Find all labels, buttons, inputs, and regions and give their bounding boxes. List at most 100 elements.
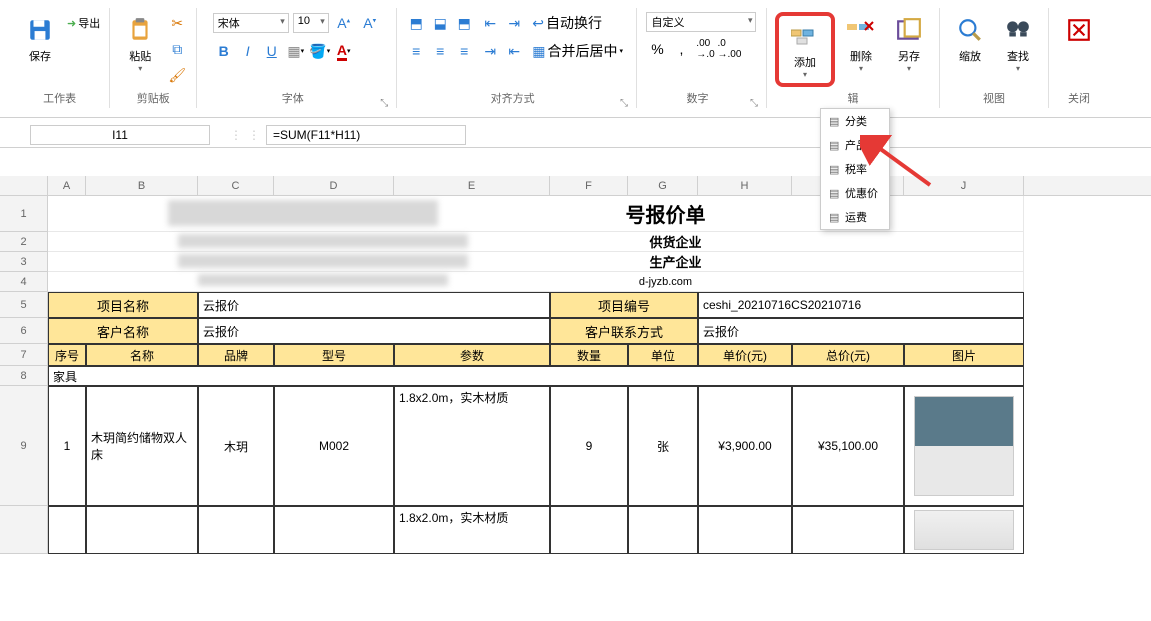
outdent-button[interactable]: ⇤ (503, 40, 525, 62)
cell[interactable]: 单价(元) (698, 344, 792, 366)
cell[interactable]: 单位 (628, 344, 698, 366)
cell[interactable]: 客户联系方式 (550, 318, 698, 344)
cell[interactable]: 生产企业 (48, 252, 1024, 272)
dropdown-item-discount[interactable]: ▤优惠价 (821, 181, 889, 205)
cell[interactable]: 总价(元) (792, 344, 904, 366)
col-header-B[interactable]: B (86, 176, 198, 195)
zoom-button[interactable]: 缩放 (948, 12, 992, 66)
cell[interactable] (904, 386, 1024, 506)
cell[interactable]: 9 (550, 386, 628, 506)
cell[interactable] (698, 506, 792, 554)
col-header-G[interactable]: G (628, 176, 698, 195)
underline-button[interactable]: U (261, 40, 283, 62)
paste-button[interactable]: 粘贴 ▾ (118, 12, 162, 75)
number-expand-icon[interactable]: ⤡ (750, 98, 762, 110)
dropdown-item-shipping[interactable]: ▤运费 (821, 205, 889, 229)
cell[interactable] (198, 506, 274, 554)
row-header[interactable]: 3 (0, 252, 48, 272)
dropdown-item-product[interactable]: ▤产品 (821, 133, 889, 157)
cell[interactable]: 品牌 (198, 344, 274, 366)
align-top-button[interactable]: ⬒ (405, 12, 427, 34)
decrease-indent-button[interactable]: ⇤ (479, 12, 501, 34)
align-left-button[interactable]: ≡ (405, 40, 427, 62)
row-header[interactable]: 9 (0, 386, 48, 506)
cell[interactable]: 云报价 (698, 318, 1024, 344)
col-header-H[interactable]: H (698, 176, 792, 195)
cell[interactable]: 项目编号 (550, 292, 698, 318)
fill-color-button[interactable]: 🪣▾ (309, 40, 331, 62)
borders-button[interactable]: ▦▾ (285, 40, 307, 62)
cell[interactable] (628, 506, 698, 554)
name-box[interactable]: I11 (30, 125, 210, 145)
col-header-C[interactable]: C (198, 176, 274, 195)
add-button[interactable]: 添加 ▾ (783, 18, 827, 81)
cell[interactable] (550, 506, 628, 554)
font-size-select[interactable]: 10 (293, 13, 329, 33)
cell[interactable]: 张 (628, 386, 698, 506)
cell[interactable]: 木玥简约储物双人床 (86, 386, 198, 506)
copy-button[interactable]: ⧉ (166, 38, 188, 60)
cell[interactable]: 1 (48, 386, 86, 506)
align-bottom-button[interactable]: ⬒ (453, 12, 475, 34)
dropdown-item-tax[interactable]: ▤税率 (821, 157, 889, 181)
close-button[interactable] (1057, 12, 1101, 48)
formula-input[interactable]: =SUM(F11*H11) (266, 125, 466, 145)
cell[interactable]: ceshi_20210716CS20210716 (698, 292, 1024, 318)
cell[interactable]: d-jyzb.com (48, 272, 1024, 292)
increase-indent-button[interactable]: ⇥ (503, 12, 525, 34)
cell[interactable]: ¥35,100.00 (792, 386, 904, 506)
col-header-E[interactable]: E (394, 176, 550, 195)
cell[interactable] (904, 506, 1024, 554)
decrease-decimal-button[interactable]: .0→.00 (718, 38, 740, 60)
cell[interactable]: 图片 (904, 344, 1024, 366)
grow-font-button[interactable]: A▴ (333, 12, 355, 34)
cell[interactable]: 家具 (48, 366, 1024, 386)
align-middle-button[interactable]: ⬓ (429, 12, 451, 34)
font-color-button[interactable]: A▾ (333, 40, 355, 62)
font-name-select[interactable]: 宋体 (213, 13, 289, 33)
dropdown-item-category[interactable]: ▤分类 (821, 109, 889, 133)
row-header[interactable]: 1 (0, 196, 48, 232)
cut-button[interactable]: ✂ (166, 12, 188, 34)
comma-button[interactable]: , (670, 38, 692, 60)
italic-button[interactable]: I (237, 40, 259, 62)
col-header-A[interactable]: A (48, 176, 86, 195)
format-painter-button[interactable]: 🖌 (166, 64, 188, 86)
cell[interactable] (86, 506, 198, 554)
cell[interactable]: 1.8x2.0m，实木材质 (394, 386, 550, 506)
font-expand-icon[interactable]: ⤡ (380, 98, 392, 110)
cell[interactable]: 序号 (48, 344, 86, 366)
number-format-select[interactable]: 自定义 (646, 12, 756, 32)
cell[interactable] (48, 506, 86, 554)
select-all-corner[interactable] (0, 176, 48, 195)
bold-button[interactable]: B (213, 40, 235, 62)
export-button[interactable]: ➜ 导出 (66, 12, 101, 34)
row-header[interactable]: 4 (0, 272, 48, 292)
cell[interactable] (792, 506, 904, 554)
cell[interactable]: 客户名称 (48, 318, 198, 344)
cell[interactable]: 数量 (550, 344, 628, 366)
cell[interactable]: 木玥 (198, 386, 274, 506)
cell[interactable]: 名称 (86, 344, 198, 366)
cell[interactable]: 1.8x2.0m，实木材质 (394, 506, 550, 554)
increase-decimal-button[interactable]: .00→.0 (694, 38, 716, 60)
cell[interactable]: 型号 (274, 344, 394, 366)
col-header-D[interactable]: D (274, 176, 394, 195)
align-expand-icon[interactable]: ⤡ (620, 98, 632, 110)
row-header[interactable]: 5 (0, 292, 48, 318)
row-header[interactable]: 2 (0, 232, 48, 252)
cell[interactable]: ¥3,900.00 (698, 386, 792, 506)
row-header[interactable]: 6 (0, 318, 48, 344)
row-header[interactable] (0, 506, 48, 554)
row-header[interactable]: 7 (0, 344, 48, 366)
cell[interactable] (274, 506, 394, 554)
col-header-J[interactable]: J (904, 176, 1024, 195)
cell[interactable]: 云报价 (198, 292, 550, 318)
cell[interactable]: 项目名称 (48, 292, 198, 318)
cell[interactable]: 参数 (394, 344, 550, 366)
save-button[interactable]: 保存 (18, 12, 62, 66)
cell[interactable]: 云报价 (198, 318, 550, 344)
cell[interactable]: M002 (274, 386, 394, 506)
save-as-button[interactable]: 另存 ▾ (887, 12, 931, 75)
find-button[interactable]: 查找 ▾ (996, 12, 1040, 75)
